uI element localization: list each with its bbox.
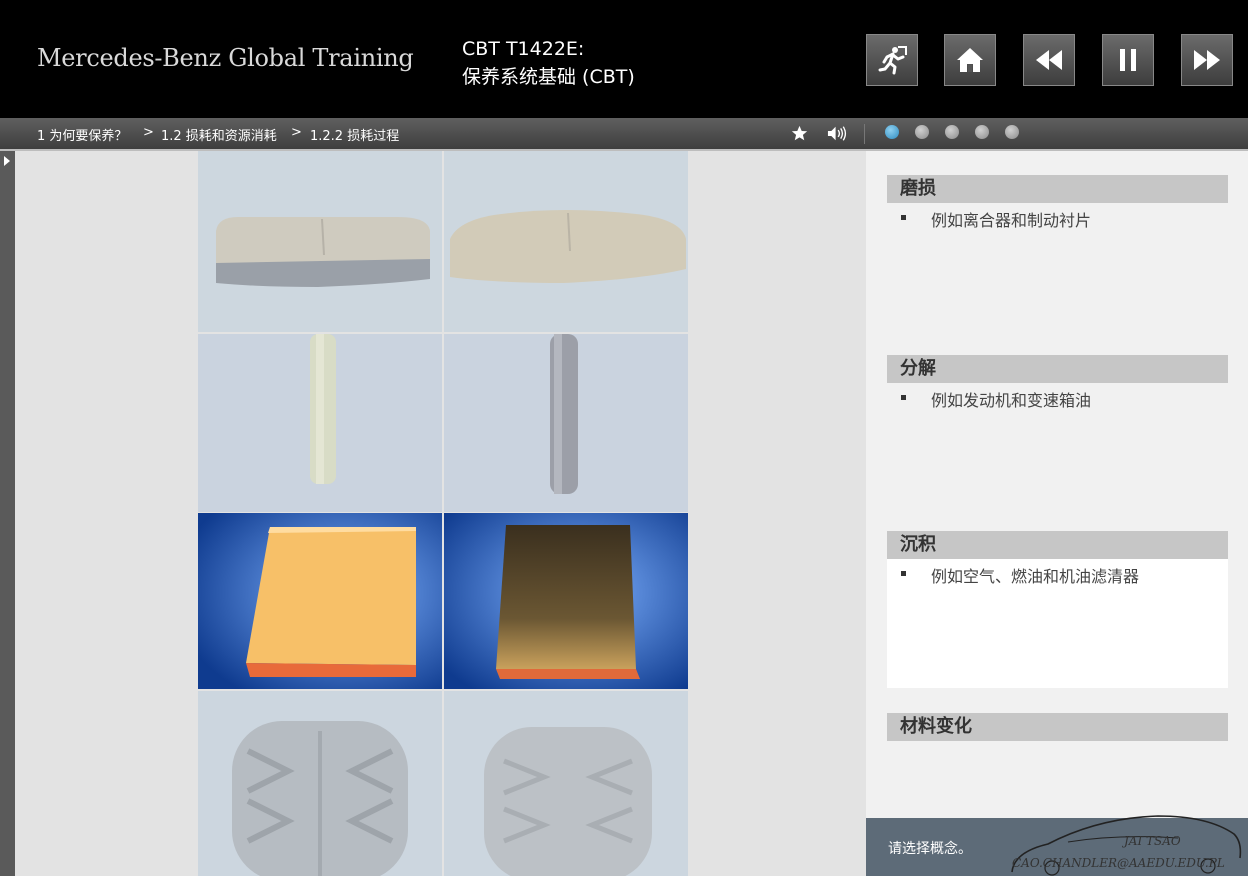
course-code: CBT T1422E:: [462, 38, 585, 60]
brake-pad-illustration: [198, 151, 442, 332]
page-dot-3[interactable]: [945, 125, 959, 139]
header-bar: Mercedes-Benz Global Training CBT T1422E…: [0, 0, 1248, 118]
worn-brake-pad-image[interactable]: [444, 151, 688, 332]
breadcrumb-item-page[interactable]: 1.2.2 损耗过程: [310, 125, 399, 144]
breadcrumb-item-chapter[interactable]: 1 为何要保养？: [37, 125, 127, 144]
home-icon: [957, 48, 983, 72]
bullet-icon: [901, 215, 906, 220]
watermark-name: JAI TSAO: [1124, 834, 1181, 848]
concept-heading: 沉积: [887, 531, 1228, 559]
new-tire-image[interactable]: [198, 691, 442, 876]
tire-illustration: [444, 691, 688, 876]
concept-heading: 磨损: [887, 175, 1228, 203]
page-dot-2[interactable]: [915, 125, 929, 139]
star-icon[interactable]: [791, 125, 808, 142]
brand-title: Mercedes-Benz Global Training: [37, 44, 414, 72]
breadcrumb-item-section[interactable]: 1.2 损耗和资源消耗: [161, 125, 277, 144]
pause-icon: [1120, 49, 1136, 71]
side-panel-strip: [0, 151, 15, 876]
exit-button[interactable]: [866, 34, 918, 86]
bullet-icon: [901, 395, 906, 400]
status-prompt: 请选择概念。: [888, 841, 972, 857]
page-dot-1[interactable]: [885, 125, 899, 139]
air-filter-illustration: [198, 513, 442, 689]
concept-panel: 磨损 例如离合器和制动衬片 分解 例如发动机和变速箱油 沉积 例如空气、燃油和机…: [866, 151, 1248, 818]
concept-example-text: 例如离合器和制动衬片: [931, 211, 1092, 230]
concept-heading: 分解: [887, 355, 1228, 383]
worn-tire-image[interactable]: [444, 691, 688, 876]
new-air-filter-image[interactable]: [198, 513, 442, 689]
concept-wear[interactable]: 磨损 例如离合器和制动衬片: [887, 175, 1228, 353]
concept-example-text: 例如发动机和变速箱油: [931, 391, 1092, 410]
toolbar-divider: [864, 124, 865, 144]
expand-arrow-icon[interactable]: [4, 156, 10, 166]
dirty-air-filter-image[interactable]: [444, 513, 688, 689]
page-dot-5[interactable]: [1005, 125, 1019, 139]
pause-button[interactable]: [1102, 34, 1154, 86]
oil-tube-illustration: [444, 334, 688, 512]
breadcrumb-separator: >: [143, 125, 154, 140]
fast-forward-icon: [1194, 50, 1220, 70]
tire-illustration: [198, 691, 442, 876]
running-man-exit-icon: [878, 46, 907, 75]
used-oil-sample-image[interactable]: [444, 334, 688, 512]
fresh-oil-sample-image[interactable]: [198, 334, 442, 512]
concept-heading: 材料变化: [887, 713, 1228, 741]
concept-deposit[interactable]: 沉积 例如空气、燃油和机油滤清器: [887, 531, 1228, 688]
next-button[interactable]: [1181, 34, 1233, 86]
home-button[interactable]: [944, 34, 996, 86]
previous-button[interactable]: [1023, 34, 1075, 86]
selected-concept-body: 例如空气、燃油和机油滤清器: [887, 559, 1228, 688]
breadcrumb: 1 为何要保养？ > 1.2 损耗和资源消耗 > 1.2.2 损耗过程: [0, 118, 1248, 151]
speaker-icon[interactable]: [826, 125, 852, 142]
concept-material-change[interactable]: 材料变化: [887, 713, 1228, 741]
course-title: 保养系统基础 (CBT): [462, 66, 635, 88]
concept-example-text: 例如空气、燃油和机油滤清器: [931, 567, 1140, 586]
bullet-icon: [901, 571, 906, 576]
brake-pad-illustration: [444, 151, 688, 332]
oil-tube-illustration: [198, 334, 442, 512]
breadcrumb-separator: >: [291, 125, 302, 140]
air-filter-illustration: [444, 513, 688, 689]
comparison-image-grid: [198, 151, 690, 876]
page-dot-4[interactable]: [975, 125, 989, 139]
rewind-icon: [1036, 50, 1062, 70]
new-brake-pad-image[interactable]: [198, 151, 442, 332]
watermark-email: CAO.CHANDLER@AAEDU.EDU.PL: [1012, 856, 1225, 870]
concept-decomposition[interactable]: 分解 例如发动机和变速箱油: [887, 355, 1228, 531]
